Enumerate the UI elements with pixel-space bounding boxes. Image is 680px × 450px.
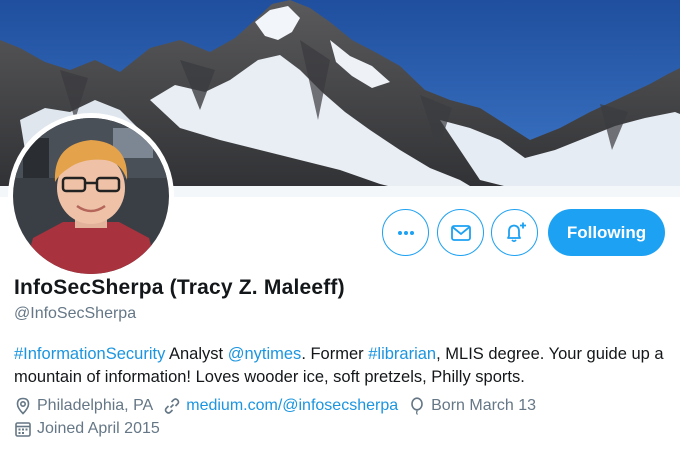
balloon-icon xyxy=(411,397,423,415)
bell-plus-icon xyxy=(506,222,526,242)
envelope-icon xyxy=(450,224,471,241)
user-handle: @InfoSecSherpa xyxy=(14,305,137,322)
profile-actions: Following xyxy=(0,209,680,257)
website-item: medium.com/@infosecsherpa xyxy=(163,397,398,415)
more-button[interactable] xyxy=(382,209,429,256)
bio-text: . Former xyxy=(301,345,369,363)
notifications-button[interactable] xyxy=(491,209,538,256)
website-link[interactable]: medium.com/@infosecsherpa xyxy=(186,397,398,415)
location-text: Philadelphia, PA xyxy=(37,397,154,414)
display-name: InfoSecSherpa (Tracy Z. Maleeff) xyxy=(14,276,345,299)
profile-bio: #InformationSecurity Analyst @nytimes. F… xyxy=(14,343,674,389)
birthday-text: Born March 13 xyxy=(431,397,537,414)
mention-nytimes[interactable]: @nytimes xyxy=(228,345,302,363)
following-button[interactable]: Following xyxy=(548,209,665,256)
profile-meta: Philadelphia, PA medium.com/@infosecsher… xyxy=(14,397,546,415)
location-pin-icon xyxy=(16,397,30,415)
joined-item: Joined April 2015 xyxy=(14,420,160,438)
joined-text: Joined April 2015 xyxy=(37,420,160,437)
link-icon xyxy=(164,398,180,414)
location-item: Philadelphia, PA xyxy=(14,397,153,415)
more-dots-icon xyxy=(397,230,414,235)
bio-text: Analyst xyxy=(165,345,228,363)
birthday-item: Born March 13 xyxy=(408,397,536,415)
profile-joined: Joined April 2015 xyxy=(14,420,170,438)
hashtag-librarian[interactable]: #librarian xyxy=(368,345,436,363)
hashtag-information-security[interactable]: #InformationSecurity xyxy=(14,345,165,363)
calendar-icon xyxy=(15,422,31,437)
message-button[interactable] xyxy=(437,209,484,256)
